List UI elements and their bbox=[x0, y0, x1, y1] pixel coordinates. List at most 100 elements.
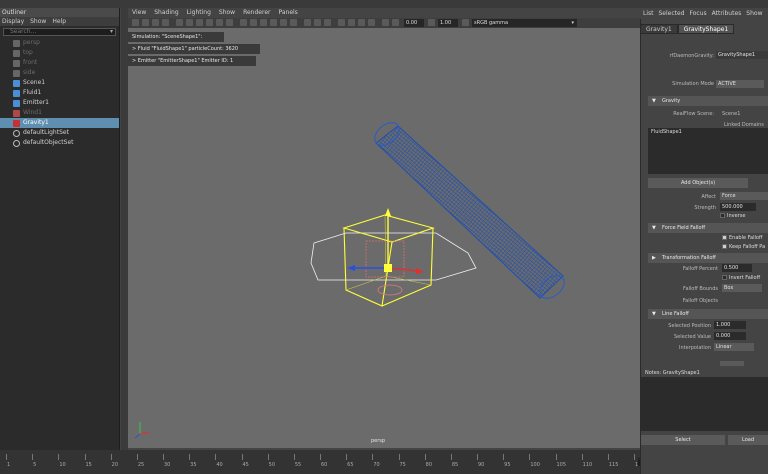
add-objects-button[interactable]: Add Object(s) bbox=[648, 178, 748, 188]
interpolation-dropdown[interactable]: Linear bbox=[714, 343, 754, 351]
timeline-tick-label: 100 bbox=[530, 462, 540, 468]
fluid-particle-cylinder[interactable] bbox=[370, 118, 568, 303]
linked-domains-list[interactable]: FluidShape1 bbox=[648, 128, 768, 174]
falloff-percent-field[interactable]: 0.500 bbox=[722, 264, 752, 272]
lights-icon[interactable] bbox=[280, 19, 287, 26]
menu-show[interactable]: Show bbox=[219, 8, 235, 18]
keep-falloff-checkbox[interactable]: Keep Falloff Pa bbox=[722, 244, 765, 250]
ambient-occlusion-icon[interactable] bbox=[338, 19, 345, 26]
resolution-gate-icon[interactable] bbox=[196, 19, 203, 26]
outliner-menu-help[interactable]: Help bbox=[52, 17, 66, 26]
linked-domain-item[interactable]: FluidShape1 bbox=[648, 128, 768, 136]
menu-renderer[interactable]: Renderer bbox=[243, 8, 270, 18]
outliner-item-top[interactable]: top bbox=[0, 48, 119, 58]
outliner-item-side[interactable]: side bbox=[0, 68, 119, 78]
xray-components-icon[interactable] bbox=[324, 19, 331, 26]
section-gravity[interactable]: ▼ Gravity bbox=[648, 96, 768, 106]
selected-value-field[interactable]: 0.000 bbox=[714, 332, 746, 340]
textured-icon[interactable] bbox=[270, 19, 277, 26]
3d-viewport[interactable]: Simulation: "SceneShape1": > Fluid "Flui… bbox=[128, 28, 640, 448]
outliner-item-emitter1[interactable]: Emitter1 bbox=[0, 98, 119, 108]
outliner-item-defaultlightset[interactable]: defaultLightSet bbox=[0, 128, 119, 138]
xray-icon[interactable] bbox=[304, 19, 311, 26]
outliner-item-gravity1[interactable]: Gravity1 bbox=[0, 118, 119, 128]
ae-menu-focus[interactable]: Focus bbox=[690, 8, 707, 19]
menu-panels[interactable]: Panels bbox=[278, 8, 297, 18]
wireframe-on-shaded-icon[interactable] bbox=[260, 19, 267, 26]
outliner-item-wind1[interactable]: Wind1 bbox=[0, 108, 119, 118]
invert-falloff-checkbox[interactable]: Invert Falloff bbox=[722, 275, 760, 281]
image-plane-icon[interactable] bbox=[162, 19, 169, 26]
chevron-down-icon[interactable]: ▾ bbox=[110, 29, 113, 35]
section-transformation-label: Transformation Falloff bbox=[662, 255, 716, 261]
menu-view[interactable]: View bbox=[132, 8, 146, 18]
motion-blur-icon[interactable] bbox=[348, 19, 355, 26]
grid-icon[interactable] bbox=[176, 19, 183, 26]
section-transformation-falloff[interactable]: ▶ Transformation Falloff bbox=[648, 253, 768, 263]
field-chart-icon[interactable] bbox=[216, 19, 223, 26]
ae-menu-show[interactable]: Show bbox=[746, 8, 762, 19]
gate-mask-icon[interactable] bbox=[206, 19, 213, 26]
depth-of-field-icon[interactable] bbox=[368, 19, 375, 26]
ramp-button[interactable] bbox=[720, 361, 744, 366]
daemon-field[interactable]: GravityShape1 bbox=[716, 51, 768, 59]
collapse-triangle-icon: ▼ bbox=[652, 225, 656, 231]
smooth-shade-icon[interactable] bbox=[250, 19, 257, 26]
invert-falloff-label: Invert Falloff bbox=[729, 275, 761, 281]
falloff-bounds-dropdown[interactable]: Box bbox=[722, 284, 762, 292]
tab-gravity1[interactable]: Gravity1 bbox=[640, 24, 678, 34]
section-force-falloff[interactable]: ▼ Force Field Falloff bbox=[648, 223, 768, 233]
selected-position-field[interactable]: 1.000 bbox=[714, 321, 746, 329]
strength-field[interactable]: 500.000 bbox=[720, 203, 756, 211]
camera-attr-icon[interactable] bbox=[142, 19, 149, 26]
interpolation-label: Interpolation bbox=[679, 345, 711, 351]
isolate-select-icon[interactable] bbox=[382, 19, 389, 26]
camera-icon bbox=[13, 39, 20, 47]
xray-joints-icon[interactable] bbox=[314, 19, 321, 26]
antialiasing-icon[interactable] bbox=[358, 19, 365, 26]
outliner-search-input[interactable]: Search... ▾ bbox=[3, 28, 116, 36]
affect-label: Affect bbox=[701, 194, 716, 200]
outliner-item-persp[interactable]: persp bbox=[0, 38, 119, 48]
outliner-item-fluid1[interactable]: Fluid1 bbox=[0, 88, 119, 98]
exposure-field[interactable]: 0.00 bbox=[404, 19, 424, 27]
timeline-tick bbox=[110, 454, 112, 460]
gamma-icon[interactable] bbox=[428, 19, 435, 26]
enable-falloff-checkbox[interactable]: Enable Falloff bbox=[722, 235, 762, 241]
ae-menu-bar: List Selected Focus Attributes Show H bbox=[640, 8, 768, 19]
outliner-item-front[interactable]: front bbox=[0, 58, 119, 68]
ae-menu-selected[interactable]: Selected bbox=[659, 8, 685, 19]
sim-mode-dropdown[interactable]: ACTIVE bbox=[716, 80, 764, 88]
menu-lighting[interactable]: Lighting bbox=[187, 8, 211, 18]
timeline-tick-label: 55 bbox=[294, 462, 302, 468]
load-button[interactable]: Load bbox=[728, 435, 768, 445]
inverse-checkbox[interactable]: Inverse bbox=[720, 213, 745, 219]
timeline-tick bbox=[424, 454, 426, 460]
outliner-item-scene1[interactable]: Scene1 bbox=[0, 78, 119, 88]
section-line-falloff[interactable]: ▼ Line Falloff bbox=[648, 309, 768, 319]
safe-action-icon[interactable] bbox=[226, 19, 233, 26]
menu-shading[interactable]: Shading bbox=[154, 8, 178, 18]
wireframe-icon[interactable] bbox=[240, 19, 247, 26]
shadows-icon[interactable] bbox=[290, 19, 297, 26]
timeline-tick bbox=[293, 454, 295, 460]
outliner-item-defaultobjectset[interactable]: defaultObjectSet bbox=[0, 138, 119, 148]
ae-menu-attributes[interactable]: Attributes bbox=[712, 8, 742, 19]
bookmark-icon[interactable] bbox=[152, 19, 159, 26]
color-management-icon[interactable] bbox=[462, 19, 469, 26]
exposure-icon[interactable] bbox=[392, 19, 399, 26]
outliner-item-label: Wind1 bbox=[23, 109, 42, 116]
film-gate-icon[interactable] bbox=[186, 19, 193, 26]
notes-textarea[interactable] bbox=[641, 377, 768, 431]
outliner-menu-show[interactable]: Show bbox=[30, 17, 46, 26]
select-button[interactable]: Select bbox=[641, 435, 725, 445]
affect-dropdown[interactable]: Force bbox=[720, 192, 768, 200]
chevron-down-icon: ▾ bbox=[571, 20, 574, 26]
colorspace-dropdown[interactable]: sRGB gamma ▾ bbox=[472, 19, 577, 27]
tab-gravityshape1[interactable]: GravityShape1 bbox=[677, 24, 735, 34]
outliner-menu-display[interactable]: Display bbox=[2, 17, 24, 26]
camera-select-icon[interactable] bbox=[132, 19, 139, 26]
emitter-curve[interactable] bbox=[310, 232, 477, 281]
ae-menu-list[interactable]: List bbox=[643, 8, 654, 19]
gamma-field[interactable]: 1.00 bbox=[438, 19, 458, 27]
